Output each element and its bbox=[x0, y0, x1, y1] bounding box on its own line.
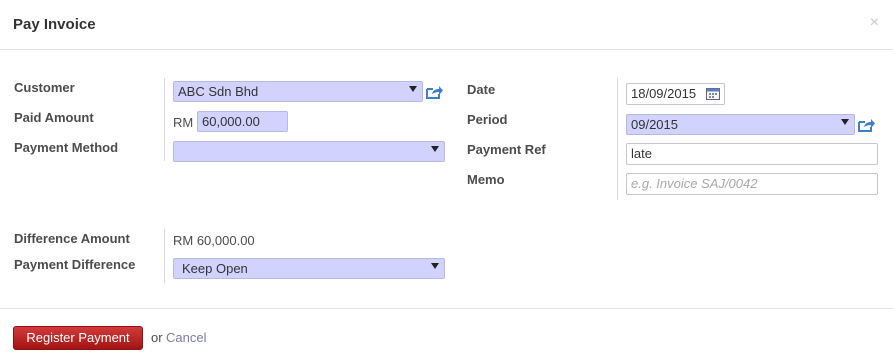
register-payment-button[interactable]: Register Payment bbox=[13, 326, 143, 350]
currency-label: RM bbox=[173, 115, 194, 130]
dialog-footer: Register Payment or Cancel bbox=[0, 308, 893, 362]
payment-ref-label: Payment Ref bbox=[467, 142, 546, 157]
dialog-header: Pay Invoice × bbox=[0, 0, 893, 50]
difference-divider bbox=[164, 229, 165, 283]
left-divider bbox=[164, 78, 165, 161]
paid-amount-input[interactable]: 60,000.00 bbox=[197, 111, 288, 132]
customer-select[interactable]: ABC Sdn Bhd bbox=[173, 81, 423, 102]
payment-method-label: Payment Method bbox=[14, 140, 119, 155]
payment-difference-select[interactable]: Keep Open bbox=[173, 258, 445, 279]
memo-input[interactable]: e.g. Invoice SAJ/0042 bbox=[626, 173, 878, 195]
payment-difference-value: Keep Open bbox=[182, 261, 248, 276]
period-label: Period bbox=[467, 112, 508, 127]
external-link-icon[interactable] bbox=[426, 85, 443, 99]
right-divider bbox=[617, 78, 618, 200]
close-icon[interactable]: × bbox=[870, 14, 879, 32]
memo-label: Memo bbox=[467, 172, 505, 187]
chevron-down-icon bbox=[409, 86, 417, 92]
chevron-down-icon bbox=[431, 263, 439, 269]
customer-label: Customer bbox=[14, 80, 75, 95]
or-text: or bbox=[151, 330, 163, 345]
period-value: 09/2015 bbox=[631, 117, 678, 132]
calendar-icon[interactable] bbox=[706, 88, 720, 100]
difference-amount-value: RM 60,000.00 bbox=[173, 233, 255, 248]
date-label: Date bbox=[467, 82, 496, 97]
period-select[interactable]: 09/2015 bbox=[626, 114, 855, 135]
customer-value: ABC Sdn Bhd bbox=[178, 84, 259, 99]
payment-difference-label: Payment Difference bbox=[14, 257, 136, 272]
external-link-icon[interactable] bbox=[858, 118, 875, 132]
dialog-title: Pay Invoice bbox=[13, 16, 96, 33]
payment-method-select[interactable] bbox=[173, 141, 445, 162]
difference-amount-label: Difference Amount bbox=[14, 231, 130, 246]
payment-ref-input[interactable]: late bbox=[626, 143, 878, 165]
paid-amount-label: Paid Amount bbox=[14, 110, 94, 125]
chevron-down-icon bbox=[841, 119, 849, 125]
date-value: 18/09/2015 bbox=[631, 86, 697, 101]
cancel-link[interactable]: Cancel bbox=[166, 330, 206, 345]
chevron-down-icon bbox=[431, 146, 439, 152]
